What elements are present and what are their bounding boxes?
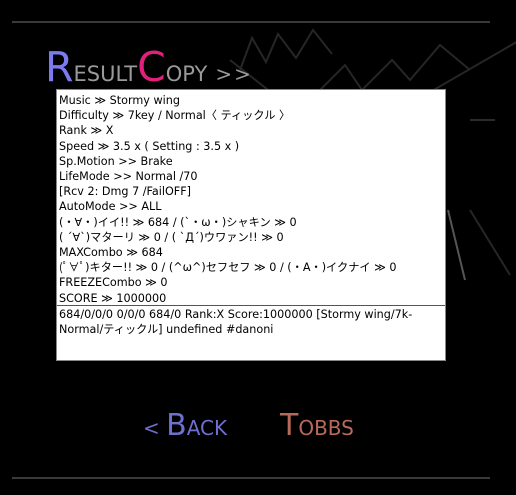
result-line: Speed ≫ 3.5 x ( Setting : 3.5 x ) xyxy=(59,139,240,153)
result-line: LifeMode >> Normal /70 xyxy=(59,170,198,184)
result-lines: Music ≫ Stormy wing Difficulty ≫ 7key / N… xyxy=(57,90,445,306)
result-line: MAXCombo ≫ 684 xyxy=(59,246,163,260)
result-line: (ﾟ∀ﾟ)キター!! ≫ 0 / (^ω^)セフセフ ≫ 0 / (・A・)イク… xyxy=(59,261,397,275)
result-line: Difficulty ≫ 7key / Normal〈 ティックル 〉 xyxy=(59,109,291,123)
result-line: SCORE ≫ 1000000 xyxy=(59,291,167,305)
share-text: 684/0/0/0 0/0/0 684/0 Rank:X Score:10000… xyxy=(59,308,413,336)
result-line: ( ´∀`)マターリ ≫ 0 / ( `Д´)ウワァン!! ≫ 0 xyxy=(59,230,284,244)
page-title: RESULTCOPY >> xyxy=(45,43,253,91)
result-divider xyxy=(57,305,445,306)
tweet-button[interactable]: TOBBS xyxy=(280,406,354,446)
back-button[interactable]: < BACK xyxy=(143,406,227,446)
result-line: [Rcv 2: Dmg 7 /FailOFF] xyxy=(59,185,192,199)
result-line: Music ≫ Stormy wing xyxy=(59,94,180,107)
result-line: AutoMode >> ALL xyxy=(59,200,162,214)
result-line: FREEZECombo ≫ 0 xyxy=(59,276,168,290)
result-line: (・∀・)イイ!! ≫ 684 / (`・ω・)シャキン ≫ 0 xyxy=(59,215,297,229)
result-line: Rank ≫ X xyxy=(59,124,114,138)
result-line: Sp.Motion >> Brake xyxy=(59,154,173,168)
result-textarea[interactable]: Music ≫ Stormy wing Difficulty ≫ 7key / N… xyxy=(56,89,446,361)
